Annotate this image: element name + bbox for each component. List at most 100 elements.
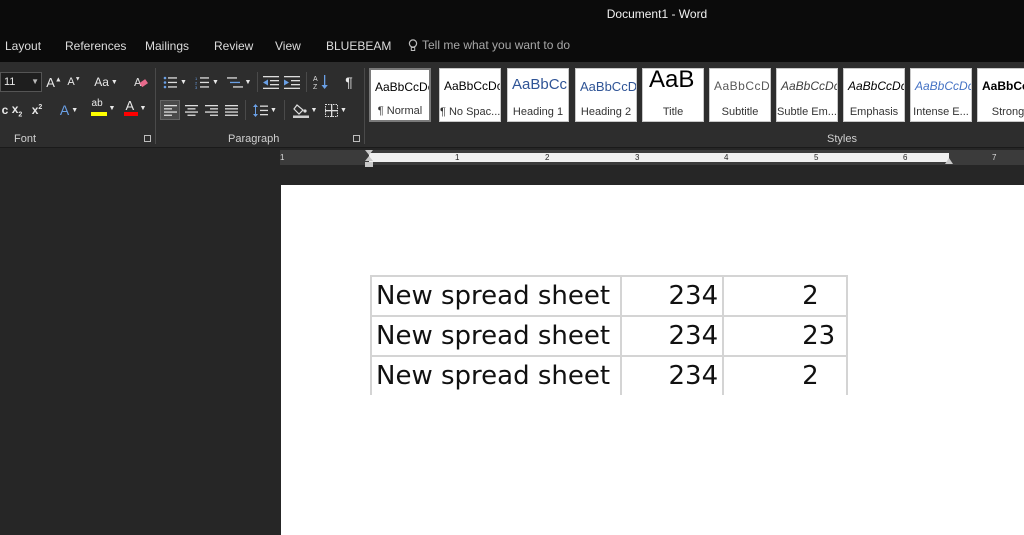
bold-icon: c xyxy=(1,103,9,117)
text-effects-button[interactable]: A ▼ xyxy=(56,100,82,120)
decrease-indent-button[interactable] xyxy=(262,72,280,92)
separator xyxy=(306,72,307,92)
table-cell[interactable]: 23 xyxy=(722,315,848,357)
eraser-icon: A xyxy=(134,76,148,89)
table-row: New spread sheet 234 23 xyxy=(370,315,848,357)
tab-layout[interactable]: Layout xyxy=(5,39,41,53)
style-subtitle[interactable]: AaBbCcD Subtitle xyxy=(709,68,771,122)
tab-view[interactable]: View xyxy=(275,39,301,53)
font-dialog-launcher[interactable] xyxy=(144,135,151,142)
shrink-font-button[interactable]: A▼ xyxy=(66,72,82,92)
font-color-button[interactable]: A ▼ xyxy=(121,98,149,118)
style-preview: AaBbCcDc xyxy=(915,79,972,93)
change-case-label: Aa xyxy=(94,75,109,89)
style-heading-1[interactable]: AaBbCc Heading 1 xyxy=(507,68,569,122)
style-preview: AaBbCcD xyxy=(714,79,771,93)
clear-formatting-button[interactable]: A xyxy=(133,72,149,92)
table-cell[interactable]: 2 xyxy=(722,275,848,317)
font-size-value: 11 xyxy=(4,76,16,88)
align-right-button[interactable] xyxy=(202,100,220,120)
subscript-button[interactable]: x2 xyxy=(10,100,24,120)
tell-me-box[interactable]: Tell me what you want to do xyxy=(408,38,570,52)
bold-partial-button[interactable]: c xyxy=(0,100,10,120)
sort-button[interactable]: AZ xyxy=(312,72,330,92)
separator xyxy=(245,100,246,120)
align-right-icon xyxy=(204,104,218,116)
line-spacing-button[interactable]: ▼ xyxy=(251,100,279,120)
table-row: New spread sheet 234 2 xyxy=(370,275,848,317)
table-cell[interactable]: 234 xyxy=(620,275,725,317)
style-emphasis[interactable]: AaBbCcDc Emphasis xyxy=(843,68,905,122)
style-no-spacing[interactable]: AaBbCcDc ¶ No Spac... xyxy=(439,68,501,122)
align-center-icon xyxy=(184,104,198,116)
chevron-down-icon: ▼ xyxy=(180,78,187,86)
style-strong[interactable]: AaBbCcDc Strong xyxy=(977,68,1024,122)
grow-font-icon: A▲ xyxy=(46,74,62,90)
style-preview: AaBbCcDc xyxy=(982,79,1024,93)
table-cell[interactable]: New spread sheet xyxy=(370,275,623,317)
spreadsheet-table[interactable]: New spread sheet 234 2 New spread sheet … xyxy=(370,275,848,395)
indent-marker-icon[interactable] xyxy=(364,150,374,168)
show-formatting-button[interactable]: ¶ xyxy=(341,72,357,92)
table-cell[interactable]: 234 xyxy=(620,315,725,357)
increase-indent-button[interactable] xyxy=(283,72,301,92)
numbering-button[interactable]: 123 ▼ xyxy=(193,72,221,92)
separator xyxy=(284,100,285,120)
highlight-color-swatch xyxy=(90,112,107,116)
superscript-button[interactable]: x2 xyxy=(30,100,44,120)
justify-button[interactable] xyxy=(222,100,240,120)
font-size-box[interactable]: 11 ▼ xyxy=(0,72,42,92)
style-normal[interactable]: AaBbCcDc ¶ Normal xyxy=(369,68,431,122)
style-heading-2[interactable]: AaBbCcD Heading 2 xyxy=(575,68,637,122)
style-title[interactable]: AaB Title xyxy=(642,68,704,122)
table-cell[interactable]: New spread sheet xyxy=(370,355,623,395)
paragraph-group-label: Paragraph xyxy=(228,133,280,145)
style-intense-emphasis[interactable]: AaBbCcDc Intense E... xyxy=(910,68,972,122)
tab-bluebeam[interactable]: BLUEBEAM xyxy=(326,39,391,53)
document-page[interactable]: New spread sheet 234 2 New spread sheet … xyxy=(281,185,1024,535)
style-name: Subtitle xyxy=(721,106,759,118)
table-cell[interactable]: 2 xyxy=(722,355,848,395)
grow-font-button[interactable]: A▲ xyxy=(46,72,62,92)
style-name: ¶ No Spac... xyxy=(440,106,500,118)
style-name: ¶ Normal xyxy=(377,105,423,117)
chevron-down-icon: ▼ xyxy=(71,106,79,114)
ruler-number: 6 xyxy=(903,153,908,162)
highlight-button[interactable]: ab ▼ xyxy=(88,98,118,118)
tab-mailings[interactable]: Mailings xyxy=(145,39,189,53)
paint-bucket-icon xyxy=(292,103,309,118)
justify-icon xyxy=(224,104,238,116)
table-cell[interactable]: 234 xyxy=(620,355,725,395)
style-subtle-emphasis[interactable]: AaBbCcDc Subtle Em... xyxy=(776,68,838,122)
style-preview: AaBbCc xyxy=(512,76,568,93)
chevron-down-icon: ▼ xyxy=(244,78,252,86)
align-center-button[interactable] xyxy=(182,100,200,120)
ruler-number: 5 xyxy=(814,153,819,162)
ruler-number: 2 xyxy=(545,153,550,162)
paragraph-dialog-launcher[interactable] xyxy=(353,135,360,142)
change-case-button[interactable]: Aa ▼ xyxy=(92,72,120,92)
shading-button[interactable]: ▼ xyxy=(290,100,320,120)
horizontal-ruler[interactable]: 1 1 2 3 4 5 6 7 xyxy=(280,150,1024,168)
tab-review[interactable]: Review xyxy=(214,39,253,53)
table-cell[interactable]: New spread sheet xyxy=(370,315,623,357)
style-preview: AaBbCcDc xyxy=(781,79,838,93)
chevron-down-icon: ▼ xyxy=(110,78,118,86)
styles-group-label: Styles xyxy=(827,133,857,145)
ruler-number: 1 xyxy=(280,153,285,162)
tell-me-text: Tell me what you want to do xyxy=(422,38,571,52)
style-preview: AaBbCcDc xyxy=(848,79,905,93)
tab-references[interactable]: References xyxy=(65,39,126,53)
bullets-button[interactable]: ▼ xyxy=(161,72,189,92)
table-row: New spread sheet 234 2 xyxy=(370,355,848,395)
multilevel-list-icon xyxy=(226,76,243,88)
style-preview: AaB xyxy=(649,68,695,93)
right-indent-marker-icon[interactable] xyxy=(945,156,953,164)
align-left-button[interactable] xyxy=(160,100,180,120)
embedded-spreadsheet[interactable]: New spread sheet 234 2 New spread sheet … xyxy=(370,275,848,395)
borders-icon xyxy=(325,103,339,117)
borders-button[interactable]: ▼ xyxy=(322,100,350,120)
multilevel-list-button[interactable]: ▼ xyxy=(225,72,253,92)
style-name: Intense E... xyxy=(913,106,969,118)
chevron-down-icon[interactable]: ▼ xyxy=(31,73,39,91)
